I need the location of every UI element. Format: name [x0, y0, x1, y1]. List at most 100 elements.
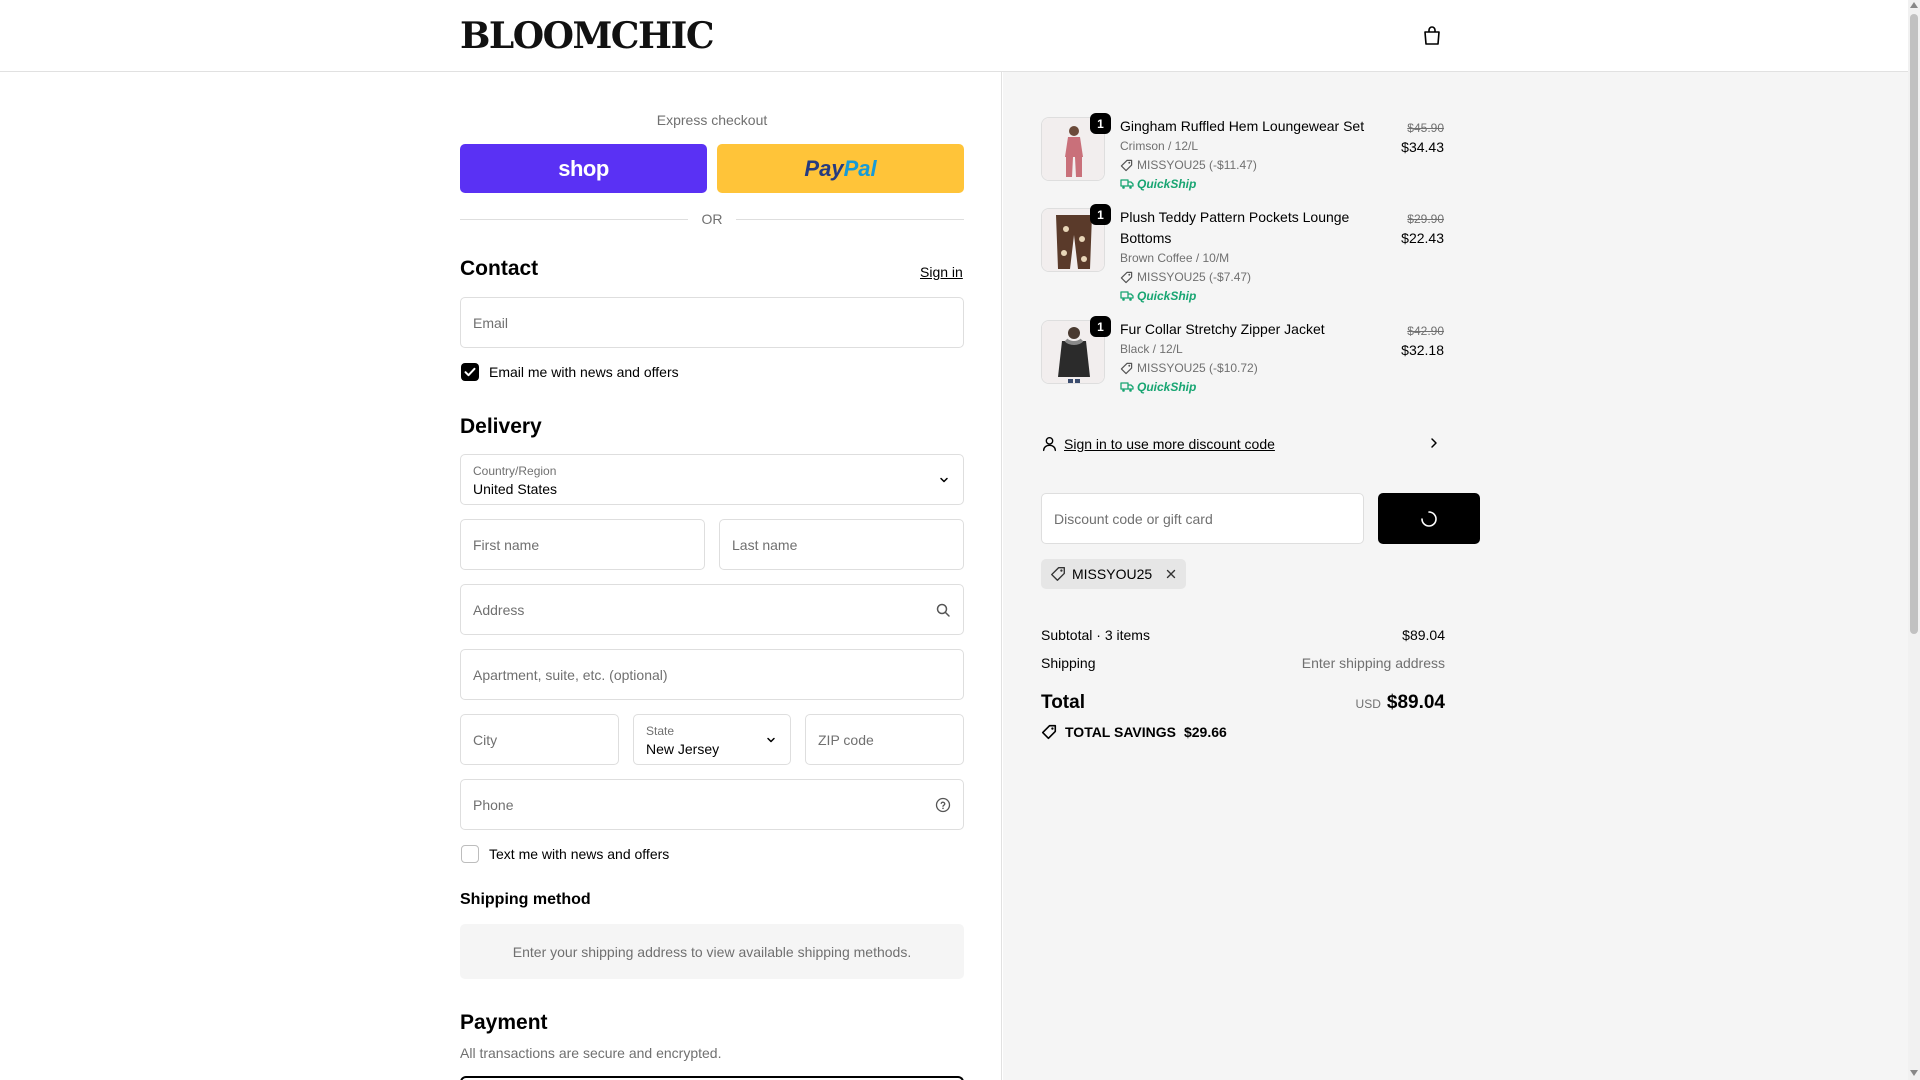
quickship-label: QuickShip: [1137, 289, 1197, 303]
checkmark-icon: [464, 367, 476, 377]
original-price: $45.90: [1407, 121, 1444, 135]
original-price: $29.90: [1407, 212, 1444, 226]
state-label: State: [646, 724, 675, 738]
applied-discount-chip: MISSYOU25: [1041, 559, 1186, 589]
total-amount: USD $89.04: [1245, 692, 1445, 714]
shop-pay-button[interactable]: shop: [460, 144, 707, 193]
quickship-badge: QuickShip: [1120, 289, 1196, 303]
total-savings-value: $29.66: [1183, 724, 1227, 740]
shipping-method-heading: Shipping method: [460, 891, 591, 908]
user-icon: [1042, 436, 1057, 452]
email-placeholder: Email: [473, 314, 509, 331]
total-value: $89.04: [1386, 692, 1445, 713]
country-label: Country/Region: [473, 464, 557, 478]
first-name-placeholder: First name: [473, 536, 540, 553]
product-name: Gingham Ruffled Hem Loungewear Set: [1120, 118, 1365, 134]
tag-icon: [1051, 567, 1065, 581]
product-variant: Brown Coffee / 10/M: [1120, 251, 1230, 265]
total-savings-row: TOTAL SAVINGS $29.66: [1041, 724, 1227, 740]
last-name-field[interactable]: Last name: [719, 519, 964, 570]
state-select[interactable]: State New Jersey: [633, 714, 791, 765]
apartment-placeholder: Apartment, suite, etc. (optional): [473, 666, 668, 683]
scroll-down-arrow-icon[interactable]: [1910, 1070, 1918, 1076]
tag-icon: [1120, 271, 1133, 283]
subtotal-value: $89.04: [1402, 627, 1445, 643]
chevron-right-icon[interactable]: [1428, 436, 1440, 450]
scroll-up-arrow-icon[interactable]: [1910, 2, 1918, 8]
product-variant: Crimson / 12/L: [1120, 139, 1199, 153]
express-checkout-label: Express checkout: [656, 112, 768, 128]
zip-placeholder: ZIP code: [818, 731, 874, 748]
truck-icon: [1120, 179, 1134, 189]
shopping-bag-icon[interactable]: [1420, 24, 1444, 48]
truck-icon: [1120, 382, 1134, 392]
quickship-badge: QuickShip: [1120, 177, 1196, 191]
shipping-method-notice: Enter your shipping address to view avai…: [460, 924, 964, 979]
product-discount: MISSYOU25 (-$7.47): [1120, 270, 1251, 284]
truck-icon: [1120, 291, 1134, 301]
chevron-down-icon: [767, 737, 775, 742]
tag-icon: [1041, 724, 1057, 740]
shipping-label: Shipping: [1041, 655, 1096, 671]
email-news-checkbox[interactable]: [461, 363, 479, 381]
quickship-label: QuickShip: [1137, 177, 1197, 191]
phone-field[interactable]: Phone: [460, 779, 964, 830]
phone-placeholder: Phone: [473, 796, 514, 813]
original-price: $42.90: [1407, 324, 1444, 338]
quantity-badge: 1: [1090, 113, 1111, 134]
quickship-label: QuickShip: [1137, 380, 1197, 394]
help-circle-icon[interactable]: [935, 797, 951, 813]
email-news-label: Email me with news and offers: [489, 364, 679, 380]
sign-in-discount-link[interactable]: Sign in to use more discount code: [1064, 436, 1275, 452]
quantity-badge: 1: [1090, 204, 1111, 225]
product-discount: MISSYOU25 (-$11.47): [1120, 158, 1257, 172]
discount-placeholder: Discount code or gift card: [1054, 510, 1213, 527]
close-icon[interactable]: [1164, 567, 1178, 581]
header: BLOOMCHIC: [0, 0, 1908, 72]
first-name-field[interactable]: First name: [460, 519, 705, 570]
contact-heading: Contact: [460, 257, 539, 280]
quickship-badge: QuickShip: [1120, 380, 1196, 394]
product-discount: MISSYOU25 (-$10.72): [1120, 361, 1258, 375]
sign-in-discount-row[interactable]: Sign in to use more discount code: [1041, 435, 1275, 452]
shipping-value: Enter shipping address: [1301, 655, 1445, 671]
country-value: United States: [473, 481, 558, 497]
delivery-heading: Delivery: [460, 415, 542, 438]
discount-code-field[interactable]: Discount code or gift card: [1041, 493, 1364, 544]
page-scrollbar[interactable]: [1908, 0, 1920, 1080]
paypal-label-pal: Pal: [843, 155, 877, 181]
product-variant: Black / 12/L: [1120, 342, 1183, 356]
product-discount-text: MISSYOU25 (-$10.72): [1137, 361, 1258, 375]
product-name: Plush Teddy Pattern Pockets Lounge: [1120, 209, 1350, 225]
loading-spinner-icon: [1421, 511, 1437, 527]
product-name: Fur Collar Stretchy Zipper Jacket: [1120, 321, 1325, 337]
paypal-button[interactable]: Pay Pal: [717, 144, 964, 193]
total-label: Total: [1041, 692, 1085, 713]
product-discount-text: MISSYOU25 (-$7.47): [1137, 270, 1252, 284]
payment-subtitle: All transactions are secure and encrypte…: [460, 1045, 722, 1061]
scrollbar-thumb[interactable]: [1910, 14, 1918, 634]
total-currency: USD: [1355, 697, 1381, 711]
apply-discount-button[interactable]: [1378, 493, 1480, 544]
address-field[interactable]: Address: [460, 584, 964, 635]
zip-field[interactable]: ZIP code: [805, 714, 964, 765]
city-field[interactable]: City: [460, 714, 619, 765]
last-name-placeholder: Last name: [732, 536, 798, 553]
total-savings-label: TOTAL SAVINGS: [1065, 724, 1176, 740]
sign-in-link[interactable]: Sign in: [920, 264, 963, 280]
brand-logo[interactable]: BLOOMCHIC: [460, 16, 714, 56]
apartment-field[interactable]: Apartment, suite, etc. (optional): [460, 649, 964, 700]
or-label: OR: [701, 211, 723, 227]
text-news-checkbox[interactable]: [461, 845, 479, 863]
search-icon: [936, 603, 950, 617]
applied-discount-code: MISSYOU25: [1072, 566, 1153, 582]
paypal-label-pay: Pay: [804, 155, 844, 181]
state-value: New Jersey: [646, 741, 720, 757]
product-discount-text: MISSYOU25 (-$11.47): [1137, 158, 1257, 172]
payment-heading: Payment: [460, 1011, 548, 1034]
shipping-method-message: Enter your shipping address to view avai…: [512, 943, 912, 960]
discounted-price: $34.43: [1401, 139, 1444, 155]
payment-method-box[interactable]: [460, 1076, 964, 1080]
country-select[interactable]: Country/Region United States: [460, 454, 964, 505]
email-field[interactable]: Email: [460, 297, 964, 348]
